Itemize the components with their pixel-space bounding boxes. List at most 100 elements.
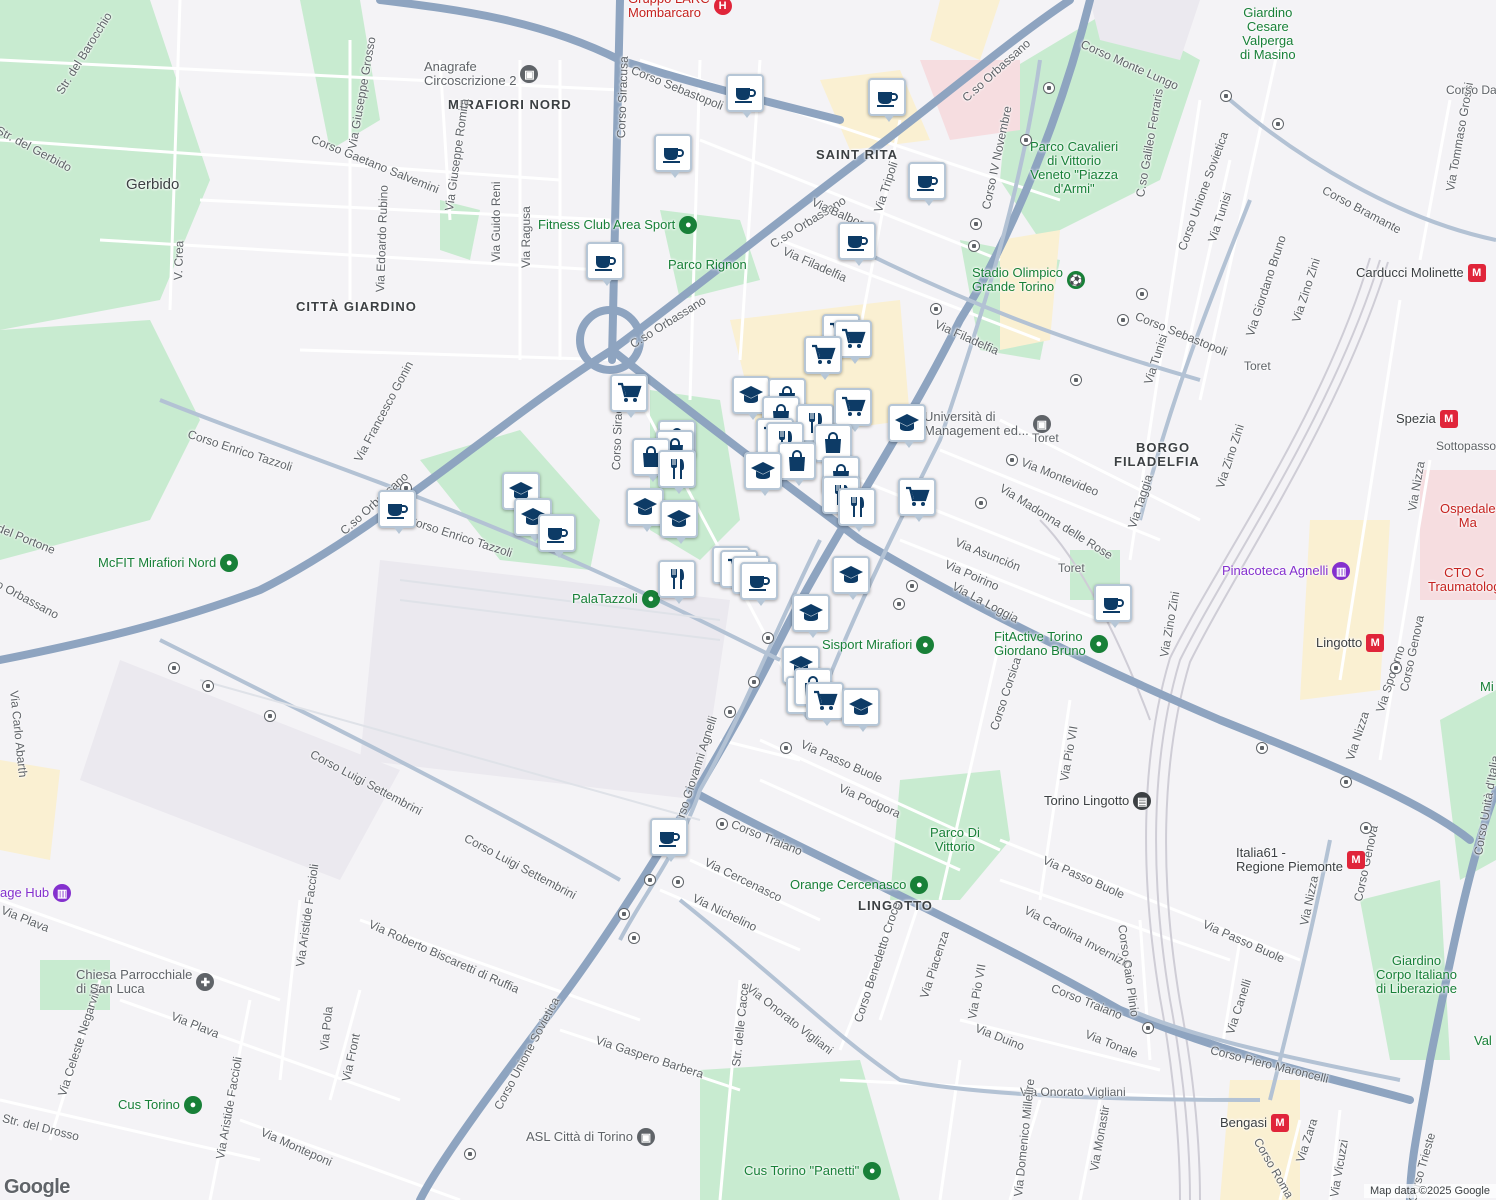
poi-age-hub[interactable]: age Hub ▥ <box>0 884 72 902</box>
bus-stop-icon[interactable] <box>970 218 982 230</box>
bus-stop-icon[interactable] <box>464 1148 476 1160</box>
poi-universit-di-management-ed[interactable]: Università di Management ed... ▣ <box>924 410 1051 438</box>
marker-coffee[interactable] <box>908 162 946 206</box>
poi-label: Italia61 - Regione Piemonte <box>1236 845 1343 874</box>
bus-stop-icon[interactable] <box>1043 82 1055 94</box>
bus-stop-icon[interactable] <box>724 706 736 718</box>
bus-stop-icon[interactable] <box>1117 314 1129 326</box>
bus-stop-icon[interactable] <box>975 497 987 509</box>
poi-italia61-regione-piemonte[interactable]: Italia61 - Regione Piemonte M <box>1236 846 1365 874</box>
poi-torino-lingotto[interactable]: Torino Lingotto ▤ <box>1044 792 1152 810</box>
poi-mcfit-mirafiori-nord[interactable]: McFIT Mirafiori Nord ● <box>98 554 239 572</box>
marker-coffee[interactable] <box>378 490 416 534</box>
poi-label: Ospedale Ma <box>1440 501 1496 530</box>
building-icon: ▣ <box>636 1128 655 1146</box>
marker-coffee[interactable] <box>586 242 624 286</box>
poi-bengasi[interactable]: Bengasi M <box>1220 1114 1289 1132</box>
bus-stop-icon[interactable] <box>893 598 905 610</box>
bus-stop-icon[interactable] <box>1006 454 1018 466</box>
poi-val[interactable]: Val <box>1474 1034 1492 1048</box>
marker-cart[interactable] <box>834 388 872 432</box>
bus-stop-icon[interactable] <box>168 662 180 674</box>
bus-stop-icon[interactable] <box>1142 1022 1154 1034</box>
poi-pinacoteca-agnelli[interactable]: Pinacoteca Agnelli ▥ <box>1222 562 1351 580</box>
bus-stop-icon[interactable] <box>264 710 276 722</box>
bus-stop-icon[interactable] <box>1136 288 1148 300</box>
bus-stop-icon[interactable] <box>762 632 774 644</box>
bus-stop-icon[interactable] <box>1360 822 1372 834</box>
bus-stop-icon[interactable] <box>748 676 760 688</box>
marker-cart[interactable] <box>898 478 936 522</box>
bus-stop-icon[interactable] <box>968 240 980 252</box>
marker-coffee[interactable] <box>654 134 692 178</box>
poi-gruppo-larc-mombarcaro[interactable]: Gruppo LARCMombarcaroH <box>628 0 732 20</box>
marker-fork[interactable] <box>658 450 696 494</box>
poi-carducci-molinette[interactable]: Carducci Molinette M <box>1356 264 1486 282</box>
cart-icon <box>810 342 836 368</box>
poi-spezia[interactable]: Spezia M <box>1396 410 1458 428</box>
marker-cart[interactable] <box>806 682 844 726</box>
marker-coffee[interactable] <box>740 562 778 606</box>
marker-school[interactable] <box>660 500 698 544</box>
coffee-icon <box>656 824 682 850</box>
map-canvas[interactable]: Gerbido MIRAFIORI NORD CITTÀ GIARDINO SAINT… <box>0 0 1496 1200</box>
marker-coffee[interactable] <box>538 514 576 558</box>
poi-parco-rignon[interactable]: Parco Rignon <box>668 258 747 272</box>
poi-palatazzoli[interactable]: PalaTazzoli ● <box>572 590 660 608</box>
museum-icon: ▥ <box>53 884 72 902</box>
poi-fitness-club-area-sport[interactable]: Fitness Club Area Sport ● <box>538 216 698 234</box>
bus-stop-icon[interactable] <box>618 908 630 920</box>
poi-ospedale-ma[interactable]: Ospedale Ma <box>1440 502 1496 530</box>
map-attribution[interactable]: Map data ©2025 Google <box>1363 1184 1496 1198</box>
marker-coffee[interactable] <box>650 818 688 862</box>
marker-fork[interactable] <box>838 488 876 532</box>
bus-stop-icon[interactable] <box>930 303 942 315</box>
poi-orange-cercenasco[interactable]: Orange Cercenasco ● <box>790 876 929 894</box>
marker-coffee[interactable] <box>868 78 906 122</box>
marker-coffee[interactable] <box>1094 584 1132 628</box>
poi-giardino-cesare-valperga-di-masino[interactable]: Giardino Cesare Valperga di Masino <box>1240 6 1296 62</box>
bus-stop-icon[interactable] <box>672 876 684 888</box>
poi-asl-citt-di-torino[interactable]: ASL Città di Torino ▣ <box>526 1128 655 1146</box>
bus-stop-icon[interactable] <box>716 818 728 830</box>
marker-cart[interactable] <box>804 336 842 380</box>
marker-school[interactable] <box>888 404 926 448</box>
bus-stop-icon[interactable] <box>906 580 918 592</box>
bus-stop-icon[interactable] <box>1390 662 1402 674</box>
poi-parco-cavalieri-di-vittorio-veneto-piazza-d-armi[interactable]: Parco Cavalieri di Vittorio Veneto "Piazza… <box>1030 140 1118 196</box>
marker-bag[interactable] <box>778 442 816 486</box>
bus-stop-icon[interactable] <box>644 874 656 886</box>
marker-school[interactable] <box>792 594 830 638</box>
marker-school[interactable] <box>832 556 870 600</box>
bus-stop-icon[interactable] <box>628 932 640 944</box>
marker-cart[interactable] <box>610 374 648 418</box>
bus-stop-icon[interactable] <box>1272 118 1284 130</box>
poi-stadio-olimpico-grande-torino[interactable]: Stadio Olimpico Grande Torino ⚽ <box>972 266 1086 294</box>
poi-lingotto[interactable]: Lingotto M <box>1316 634 1385 652</box>
park-area <box>0 320 200 560</box>
poi-anagrafe-circoscrizione-2[interactable]: Anagrafe Circoscrizione 2 ▣ <box>424 60 539 88</box>
marker-school[interactable] <box>842 688 880 732</box>
poi-parco-di-vittorio[interactable]: Parco Di Vittorio <box>930 826 980 854</box>
poi-chiesa-parrocchiale-di-san-luca[interactable]: Chiesa Parrocchiale di San Luca ✚ <box>76 968 215 996</box>
poi-sisport-mirafiori[interactable]: Sisport Mirafiori ● <box>822 636 935 654</box>
poi-fitactive-torino-giordano-bruno[interactable]: FitActive Torino Giordano Bruno ● <box>994 630 1108 658</box>
marker-fork[interactable] <box>658 560 696 604</box>
bus-stop-icon[interactable] <box>202 680 214 692</box>
poi-cus-torino-panetti[interactable]: Cus Torino "Panetti" ● <box>744 1162 882 1180</box>
marker-school[interactable] <box>744 452 782 496</box>
poi-cus-torino[interactable]: Cus Torino ● <box>118 1096 202 1114</box>
bus-stop-icon[interactable] <box>1256 742 1268 754</box>
marker-coffee[interactable] <box>838 222 876 266</box>
marker-coffee[interactable] <box>726 74 764 118</box>
marker-school[interactable] <box>626 488 664 532</box>
bus-stop-icon[interactable] <box>1020 134 1032 146</box>
commercial-area <box>1300 520 1390 700</box>
bus-stop-icon[interactable] <box>1220 90 1232 102</box>
poi-giardino-corpo-italiano-di-liberazione[interactable]: Giardino Corpo Italiano di Liberazione <box>1376 954 1457 996</box>
bus-stop-icon[interactable] <box>780 742 792 754</box>
bus-stop-icon[interactable] <box>1070 374 1082 386</box>
poi-mi[interactable]: Mi <box>1480 680 1494 694</box>
bus-stop-icon[interactable] <box>1340 776 1352 788</box>
poi-cto-c-traumatolog[interactable]: CTO C Traumatolog <box>1428 566 1496 594</box>
